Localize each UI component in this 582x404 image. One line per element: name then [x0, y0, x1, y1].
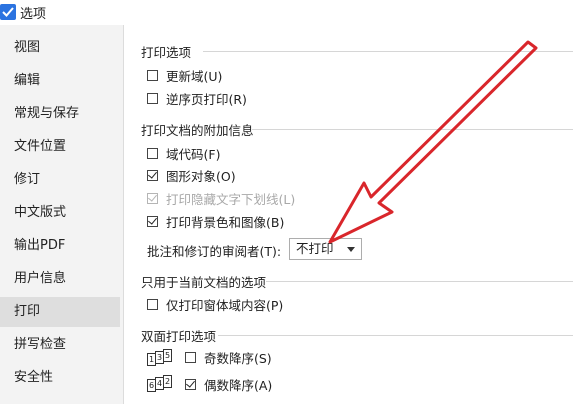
reviewer-label: 批注和修订的审阅者(T):	[147, 244, 282, 259]
sidebar-item-export-pdf[interactable]: 输出PDF	[0, 231, 120, 261]
odd-reverse-checkbox[interactable]: 奇数降序(S)	[185, 348, 272, 366]
even-reverse-checkbox[interactable]: 偶数降序(A)	[185, 375, 272, 393]
form-data-only-checkbox[interactable]: 仅打印窗体域内容(P)	[147, 295, 283, 313]
reverse-order-checkbox[interactable]: 逆序页打印(R)	[147, 89, 247, 107]
app-logo-icon	[0, 4, 16, 20]
sidebar-item-view[interactable]: 视图	[0, 33, 120, 63]
odd-pages-order-icon: 1 3 5	[147, 349, 175, 367]
print-settings-panel: 打印选项 更新域(U) 逆序页打印(R) 打印文档的附加信息 域代码(F) 图形…	[125, 25, 582, 404]
drawing-objects-checkbox[interactable]: 图形对象(O)	[147, 166, 236, 184]
checkbox-box[interactable]	[185, 378, 196, 390]
sidebar-item-print[interactable]: 打印	[0, 297, 120, 327]
print-background-checkbox[interactable]: 打印背景色和图像(B)	[147, 212, 284, 230]
update-fields-checkbox[interactable]: 更新域(U)	[147, 66, 222, 84]
checkbox-box[interactable]	[147, 298, 158, 310]
sidebar-item-general-save[interactable]: 常规与保存	[0, 99, 120, 129]
reviewer-dropdown[interactable]: 不打印	[289, 238, 362, 260]
group-divider	[218, 335, 573, 336]
reviewer-dropdown-value: 不打印	[296, 241, 334, 256]
sidebar-item-security[interactable]: 安全性	[0, 363, 120, 393]
group-divider	[266, 281, 573, 282]
group-title-print-options: 打印选项	[141, 45, 192, 60]
sidebar-item-spell-check[interactable]: 拼写检查	[0, 330, 120, 360]
checkbox-box[interactable]	[147, 169, 158, 181]
options-sidebar: 视图 编辑 常规与保存 文件位置 修订 中文版式 输出PDF 用户信息 打印 拼…	[0, 25, 124, 404]
sidebar-item-user-info[interactable]: 用户信息	[0, 264, 120, 294]
sidebar-item-edit[interactable]: 编辑	[0, 66, 120, 96]
sidebar-item-revisions[interactable]: 修订	[0, 165, 120, 195]
field-codes-checkbox[interactable]: 域代码(F)	[147, 144, 220, 162]
title-bar: 选项	[0, 0, 582, 25]
hidden-text-underline-checkbox: 打印隐藏文字下划线(L)	[147, 189, 295, 207]
group-title-duplex: 双面打印选项	[141, 329, 217, 344]
checkbox-box[interactable]	[147, 69, 158, 81]
group-title-current-doc: 只用于当前文档的选项	[141, 275, 267, 290]
page-number: 5	[163, 349, 172, 362]
group-divider	[252, 129, 573, 130]
checkbox-box[interactable]	[147, 92, 158, 104]
group-divider	[203, 51, 573, 52]
chevron-down-icon	[347, 247, 355, 252]
even-pages-order-icon: 6 4 2	[147, 375, 175, 393]
sidebar-item-file-locations[interactable]: 文件位置	[0, 132, 120, 162]
checkbox-box[interactable]	[147, 215, 158, 227]
window-title: 选项	[20, 7, 47, 22]
checkbox-box[interactable]	[185, 351, 196, 363]
group-title-extra-info: 打印文档的附加信息	[141, 123, 254, 138]
page-number: 2	[163, 375, 172, 388]
checkbox-box	[147, 192, 158, 204]
checkbox-box[interactable]	[147, 147, 158, 159]
sidebar-item-chinese-layout[interactable]: 中文版式	[0, 198, 120, 228]
